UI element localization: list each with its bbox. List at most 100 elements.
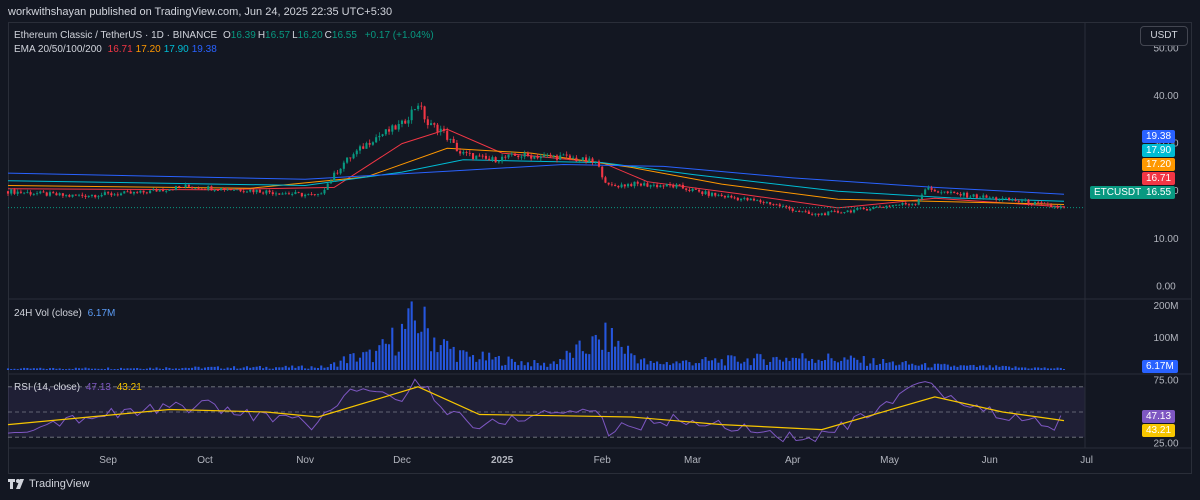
volume-bar [84, 367, 87, 370]
candle [165, 190, 168, 192]
volume-bar [262, 368, 265, 370]
volume-bar [614, 346, 617, 370]
symbol-legend[interactable]: Ethereum Classic / TetherUS · 1D · BINAN… [14, 30, 437, 41]
volume-bar [1020, 367, 1024, 370]
candle [352, 154, 355, 159]
volume-bar [371, 362, 374, 370]
volume-bar [413, 320, 416, 370]
time-axis-tick: Mar [684, 455, 702, 466]
candle [578, 160, 581, 162]
volume-bar [497, 355, 500, 370]
candle [895, 204, 898, 206]
candle [736, 197, 739, 201]
candle [775, 204, 778, 206]
volume-bar [58, 368, 61, 370]
volume-bar [607, 351, 610, 370]
volume-bar [484, 360, 487, 370]
volume-bar [953, 365, 956, 370]
volume-bar [455, 361, 458, 370]
candle [749, 198, 752, 201]
candle [727, 195, 730, 198]
volume-bar [375, 350, 378, 370]
candle [597, 161, 601, 167]
candle [652, 184, 655, 186]
volume-bar [245, 366, 249, 370]
volume-bar [685, 360, 688, 370]
volume-bar [310, 366, 313, 370]
candle [116, 194, 119, 196]
candle [123, 191, 126, 194]
volume-axis-tick: 100M [1153, 333, 1178, 344]
volume-bar [565, 350, 568, 370]
candle [136, 191, 139, 193]
candle [1037, 201, 1040, 203]
candle [1008, 197, 1011, 201]
chart-svg[interactable]: 50.0040.0030.0020.0010.000.00SepOctNovDe… [0, 0, 1200, 500]
volume-bar [620, 346, 623, 370]
ema-value: 17.20 [135, 44, 161, 55]
candle [355, 150, 358, 155]
candle [791, 208, 794, 212]
volume-bar [849, 355, 852, 370]
volume-value: 6.17M [87, 308, 116, 319]
volume-bar [688, 362, 691, 370]
rsi-legend[interactable]: RSI (14, close) 47.13 43.21 [14, 382, 145, 393]
candle [1024, 199, 1027, 201]
candle [643, 183, 646, 186]
candle [830, 211, 833, 212]
volume-legend[interactable]: 24H Vol (close) 6.17M [14, 308, 118, 319]
volume-bar [836, 362, 839, 370]
candle [39, 191, 42, 194]
candle [262, 192, 265, 194]
symbol-name[interactable]: Ethereum Classic / TetherUS · 1D · BINAN… [14, 30, 217, 41]
candle [294, 192, 297, 195]
volume-bar [636, 363, 639, 370]
currency-button[interactable]: USDT [1140, 26, 1188, 46]
tradingview-logo[interactable]: TradingView [8, 478, 90, 490]
candle [794, 210, 798, 212]
volume-bar [342, 356, 345, 370]
candle [607, 182, 610, 185]
candle [36, 193, 39, 195]
volume-bar [158, 368, 161, 370]
volume-bar [1053, 368, 1056, 370]
volume-bar [833, 360, 836, 370]
volume-bar [81, 368, 84, 370]
candle [1001, 198, 1004, 200]
candle [972, 194, 975, 197]
volume-bar [1033, 367, 1036, 370]
volume-bar [400, 323, 404, 370]
candle [523, 153, 526, 157]
volume-bar [126, 368, 129, 370]
candle [962, 192, 965, 196]
candle [1017, 200, 1020, 202]
volume-bar [165, 367, 168, 370]
candle [407, 120, 410, 124]
candle [778, 204, 781, 207]
candle [484, 155, 487, 159]
volume-bar [756, 353, 759, 370]
volume-bar [681, 360, 684, 370]
candle [142, 190, 145, 193]
ema-legend[interactable]: EMA 20/50/100/200 16.71 17.20 17.90 19.38 [14, 44, 223, 55]
candle [975, 194, 978, 198]
volume-bar [23, 367, 26, 370]
volume-bar [313, 367, 316, 370]
volume-axis-tick: 200M [1153, 301, 1178, 312]
candle [210, 186, 213, 191]
candle [985, 195, 988, 198]
volume-bar [449, 348, 452, 370]
candle [1056, 206, 1059, 208]
volume-bar [995, 365, 998, 370]
volume-bar [507, 356, 510, 370]
time-axis-tick: Jun [982, 455, 998, 466]
volume-bar [707, 360, 710, 370]
candle [300, 192, 303, 197]
candle [688, 189, 691, 192]
candle [827, 211, 830, 216]
candle [610, 184, 613, 186]
candle [853, 209, 856, 213]
volume-bar [488, 352, 491, 370]
volume-bar [811, 358, 814, 370]
time-axis-tick: Jul [1080, 455, 1093, 466]
